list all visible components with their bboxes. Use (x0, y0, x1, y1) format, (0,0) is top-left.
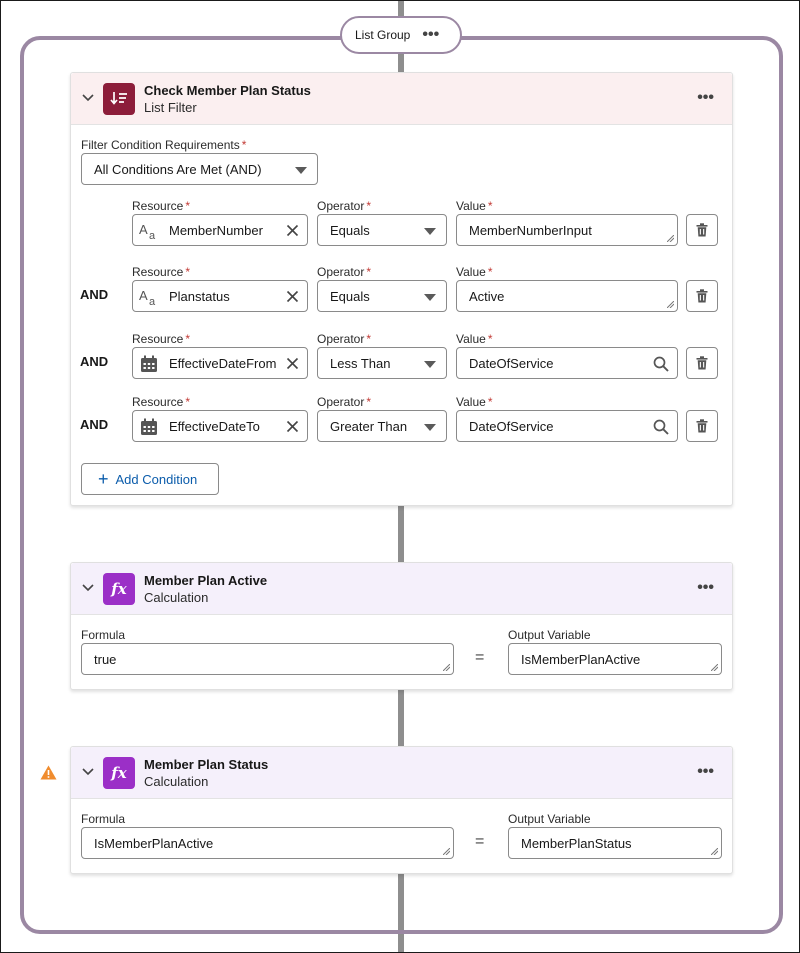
resource-input[interactable]: EffectiveDateFrom (132, 347, 308, 379)
resource-input[interactable]: Aa MemberNumber (132, 214, 308, 246)
value-input[interactable]: DateOfService (456, 347, 678, 379)
list-group-menu-icon[interactable]: ••• (422, 27, 439, 43)
value-label: Value * (456, 265, 493, 279)
resize-handle-icon[interactable] (711, 848, 718, 855)
resource-label: Resource * (132, 265, 191, 279)
formula-fx-icon: fx (103, 757, 135, 789)
resource-label: Resource * (132, 395, 191, 409)
plus-icon: + (98, 469, 109, 489)
delete-condition-button[interactable] (686, 347, 718, 379)
resource-input[interactable]: Aa Planstatus (132, 280, 308, 312)
formula-input[interactable]: IsMemberPlanActive (81, 827, 454, 859)
operator-label: Operator * (317, 395, 372, 409)
text-type-icon: Aa (139, 221, 159, 241)
operator-select[interactable]: Equals (317, 214, 447, 246)
svg-text:A: A (139, 222, 148, 237)
trash-icon (696, 356, 708, 370)
resize-handle-icon[interactable] (443, 664, 450, 671)
clear-icon[interactable] (286, 357, 299, 370)
delete-condition-button[interactable] (686, 410, 718, 442)
formula-label: Formula (81, 812, 126, 826)
output-variable-label: Output Variable (508, 812, 591, 826)
resize-handle-icon[interactable] (711, 664, 718, 671)
and-connector-label: AND (80, 417, 109, 432)
delete-condition-button[interactable] (686, 214, 718, 246)
chevron-down-icon (424, 228, 436, 235)
operator-select[interactable]: Equals (317, 280, 447, 312)
output-variable-label: Output Variable (508, 628, 591, 642)
value-label: Value * (456, 395, 493, 409)
chevron-down-icon (295, 167, 307, 174)
add-condition-button[interactable]: + Add Condition (81, 463, 219, 495)
operator-label: Operator * (317, 199, 372, 213)
calculation-subtitle: Calculation (144, 590, 209, 605)
chevron-down-icon (424, 361, 436, 368)
list-filter-header: Check Member Plan Status List Filter ••• (71, 73, 732, 125)
calculation-title: Member Plan Status (144, 757, 269, 772)
value-input[interactable]: MemberNumberInput (456, 214, 678, 246)
chevron-down-icon[interactable] (81, 765, 95, 779)
formula-label: Formula (81, 628, 126, 642)
calculation-subtitle: Calculation (144, 774, 209, 789)
requirements-select[interactable]: All Conditions Are Met (AND) (81, 153, 318, 185)
resize-handle-icon[interactable] (667, 235, 674, 242)
resource-input[interactable]: EffectiveDateTo (132, 410, 308, 442)
text-type-icon: Aa (139, 287, 159, 307)
list-group-label: List Group (355, 28, 411, 42)
calculation-header: fx Member Plan Active Calculation ••• (71, 563, 732, 615)
search-icon[interactable] (653, 419, 669, 435)
resource-label: Resource * (132, 332, 191, 346)
value-input[interactable]: DateOfService (456, 410, 678, 442)
operator-select[interactable]: Greater Than (317, 410, 447, 442)
equals-sign: = (475, 833, 485, 850)
list-filter-subtitle: List Filter (144, 100, 197, 115)
list-group-pill[interactable]: List Group ••• (340, 16, 462, 54)
calculation-title: Member Plan Active (144, 573, 268, 588)
trash-icon (696, 289, 708, 303)
operator-label: Operator * (317, 265, 372, 279)
and-connector-label: AND (80, 287, 109, 302)
clear-icon[interactable] (286, 290, 299, 303)
operator-select[interactable]: Less Than (317, 347, 447, 379)
list-filter-title: Check Member Plan Status (144, 83, 311, 98)
resource-label: Resource * (132, 199, 191, 213)
card-menu-icon[interactable]: ••• (697, 580, 714, 596)
output-variable-input[interactable]: MemberPlanStatus (508, 827, 722, 859)
trash-icon (696, 223, 708, 237)
formula-fx-icon: fx (103, 573, 135, 605)
value-label: Value * (456, 199, 493, 213)
calendar-icon (139, 417, 159, 437)
svg-text:a: a (149, 230, 156, 240)
clear-icon[interactable] (286, 420, 299, 433)
requirements-label: Filter Condition Requirements * (81, 138, 247, 152)
chevron-down-icon[interactable] (81, 91, 95, 105)
resize-handle-icon[interactable] (443, 848, 450, 855)
card-menu-icon[interactable]: ••• (697, 90, 714, 106)
calendar-icon (139, 354, 159, 374)
chevron-down-icon[interactable] (81, 581, 95, 595)
card-menu-icon[interactable]: ••• (697, 764, 714, 780)
clear-icon[interactable] (286, 224, 299, 237)
operator-label: Operator * (317, 332, 372, 346)
trash-icon (696, 419, 708, 433)
equals-sign: = (475, 649, 485, 666)
formula-input[interactable]: true (81, 643, 454, 675)
calculation-header: fx Member Plan Status Calculation ••• (71, 747, 732, 799)
value-label: Value * (456, 332, 493, 346)
warning-icon[interactable] (40, 765, 57, 780)
output-variable-input[interactable]: IsMemberPlanActive (508, 643, 722, 675)
list-filter-icon (103, 83, 135, 115)
resize-handle-icon[interactable] (667, 301, 674, 308)
svg-text:a: a (149, 296, 156, 306)
and-connector-label: AND (80, 354, 109, 369)
chevron-down-icon (424, 424, 436, 431)
delete-condition-button[interactable] (686, 280, 718, 312)
svg-text:A: A (139, 288, 148, 303)
search-icon[interactable] (653, 356, 669, 372)
value-input[interactable]: Active (456, 280, 678, 312)
chevron-down-icon (424, 294, 436, 301)
